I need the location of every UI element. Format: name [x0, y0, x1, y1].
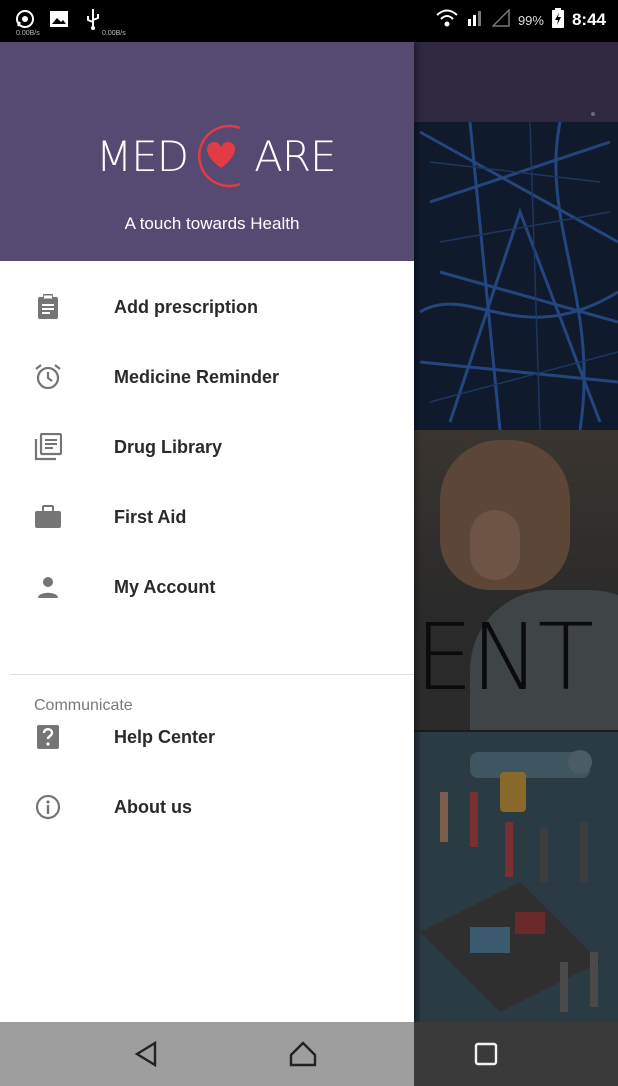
menu-item-medicine-reminder[interactable]: Medicine Reminder	[0, 342, 414, 412]
menu-item-my-account[interactable]: My Account	[0, 552, 414, 622]
logo-text-right: ARE	[254, 131, 336, 181]
logo-text-left: MED	[96, 131, 189, 181]
clipboard-icon	[34, 293, 62, 321]
info-icon	[34, 793, 62, 821]
image-notification-icon	[48, 8, 70, 30]
battery-percent: 99%	[517, 12, 544, 28]
menu-item-label: Help Center	[114, 726, 216, 747]
net-speed-up: 0.00B/s	[102, 30, 126, 37]
no-signal-icon	[491, 8, 510, 31]
signal-icon	[466, 9, 484, 31]
briefcase-icon	[34, 503, 62, 531]
tagline: A touch towards Health	[124, 214, 300, 233]
menu-item-about-us[interactable]: About us	[0, 772, 414, 842]
menu-item-drug-library[interactable]: Drug Library	[0, 412, 414, 482]
menu-item-label: First Aid	[114, 506, 187, 527]
menu-item-label: About us	[114, 796, 192, 817]
system-nav-bar	[0, 1022, 618, 1086]
clock: 8:44	[571, 10, 606, 29]
menu-divider	[10, 674, 414, 675]
menu-item-label: My Account	[114, 576, 216, 597]
status-bar: 0.00B/s 0.00B/s 99% 8:44	[0, 0, 618, 42]
menu-item-help-center[interactable]: Help Center	[0, 702, 414, 772]
home-icon[interactable]	[287, 1038, 319, 1070]
library-icon	[34, 433, 62, 461]
usb-icon	[82, 8, 104, 30]
back-icon[interactable]	[130, 1038, 162, 1070]
person-icon	[34, 573, 62, 601]
wifi-icon	[436, 9, 458, 31]
menu-item-first-aid[interactable]: First Aid	[0, 482, 414, 552]
battery-icon	[551, 8, 564, 32]
recents-icon[interactable]	[470, 1038, 502, 1070]
menu-item-add-prescription[interactable]: Add prescription	[0, 272, 414, 342]
menu-item-label: Drug Library	[114, 436, 223, 457]
medcare-logo: MED ARE	[96, 116, 337, 196]
alarm-icon	[34, 363, 62, 391]
heart-logo-icon	[190, 116, 252, 196]
menu-item-label: Medicine Reminder	[114, 366, 280, 387]
navigation-drawer: MED ARE A touch towards Health Add presc…	[0, 42, 414, 1022]
menu-item-label: Add prescription	[114, 296, 259, 317]
help-icon	[34, 723, 62, 751]
whatsapp-icon	[14, 8, 36, 30]
net-speed-down: 0.00B/s	[16, 30, 40, 37]
